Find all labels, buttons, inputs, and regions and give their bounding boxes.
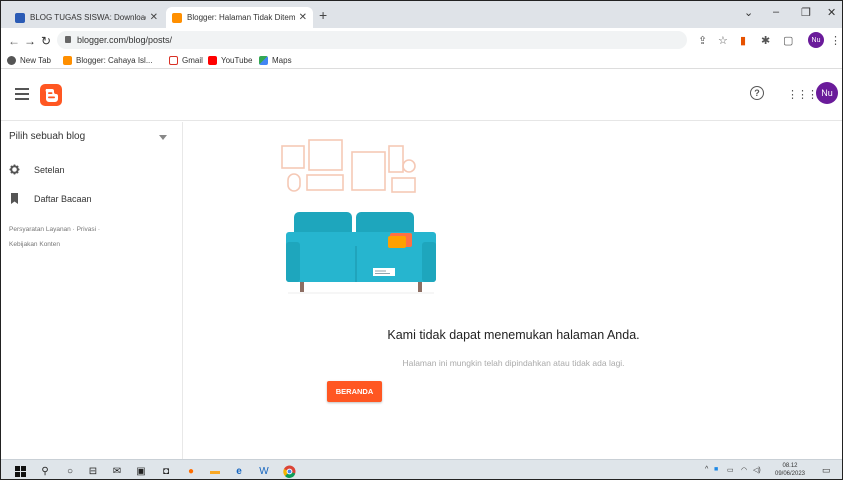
tab-blogger[interactable]: Blogger: Halaman Tidak Ditemu ✕: [166, 7, 313, 28]
back-arrow-icon[interactable]: ←: [8, 34, 20, 48]
chrome-icon: [7, 56, 16, 65]
bookmark-label: New Tab: [20, 56, 51, 65]
content-policy-link[interactable]: Kebijakan Konten: [9, 241, 60, 248]
home-button[interactable]: BERANDA: [327, 381, 382, 402]
main-content: Kami tidak dapat menemukan halaman Anda.…: [183, 122, 842, 459]
sidebar-item-label: Setelan: [34, 164, 65, 175]
edge-icon[interactable]: e: [232, 464, 246, 478]
blogger-header: ? ⋮⋮⋮ Nu: [1, 69, 842, 121]
lock-icon: [65, 36, 71, 43]
chrome-taskbar-icon[interactable]: [282, 464, 296, 478]
windows-taskbar: ⚲ ○ ⊟ ✉ ▣ ◘ ● ▬ e W ^ ■ ▭ ◠ ◁) 08.12 09/…: [1, 459, 842, 479]
sidebar-item-setelan[interactable]: Setelan: [9, 164, 65, 175]
bookmark-maps[interactable]: Maps: [259, 56, 292, 65]
bookmark-icon: [9, 193, 20, 204]
clock-time: 08.12: [782, 463, 798, 469]
bookmark-new-tab[interactable]: New Tab: [7, 56, 51, 65]
caret-down-icon[interactable]: [159, 135, 167, 140]
star-icon[interactable]: ☆: [718, 34, 728, 47]
profile-avatar[interactable]: Nu: [808, 32, 824, 48]
bookmark-label: Blogger: Cahaya Isl...: [76, 56, 153, 65]
volume-icon[interactable]: ◁): [753, 466, 761, 474]
share-icon[interactable]: ⇪: [698, 34, 707, 47]
chevron-up-icon[interactable]: ^: [705, 466, 708, 473]
account-avatar[interactable]: Nu: [816, 82, 838, 104]
tab-title: BLOG TUGAS SISWA: Download ...: [30, 13, 146, 22]
blog-favicon-icon: [15, 12, 25, 23]
help-icon[interactable]: ?: [750, 86, 764, 100]
reload-icon[interactable]: ↻: [41, 34, 51, 48]
youtube-icon: [208, 56, 217, 65]
bookmarks-bar: New Tab Blogger: Cahaya Isl... Gmail You…: [1, 52, 842, 69]
apps-grid-icon[interactable]: ⋮⋮⋮: [787, 88, 818, 101]
bookmark-label: Maps: [272, 56, 292, 65]
tab-blog-tugas[interactable]: BLOG TUGAS SISWA: Download ... ✕: [9, 7, 164, 28]
battery-icon[interactable]: ▭: [727, 466, 734, 474]
menu-dots-icon[interactable]: ⋮: [830, 34, 841, 47]
browser-window: BLOG TUGAS SISWA: Download ... ✕ Blogger…: [0, 0, 843, 480]
bookmark-blogger[interactable]: Blogger: Cahaya Isl...: [63, 56, 152, 65]
terms-link[interactable]: Persyaratan Layanan: [9, 226, 71, 233]
empty-sofa-illustration: [281, 139, 436, 294]
search-icon[interactable]: ⚲: [38, 464, 52, 478]
sidebar: Pilih sebuah blog Setelan Daftar Bacaan …: [1, 122, 183, 459]
bookmark-gmail[interactable]: Gmail: [169, 56, 203, 65]
close-icon[interactable]: ✕: [150, 12, 158, 23]
clock-date: 09/06/2023: [774, 471, 806, 477]
bookmark-youtube[interactable]: YouTube: [208, 56, 252, 65]
tab-title: Blogger: Halaman Tidak Ditemu: [187, 13, 295, 22]
gmail-icon: [169, 56, 178, 65]
sidebar-footer-links: Persyaratan Layanan · Privasi · Kebijaka…: [9, 226, 101, 248]
close-window-button[interactable]: ✕: [827, 6, 836, 19]
error-subtitle: Halaman ini mungkin telah dipindahkan at…: [402, 358, 625, 368]
windows-start-icon[interactable]: [13, 464, 27, 478]
system-clock[interactable]: 08.12 09/06/2023: [771, 462, 809, 478]
blogger-logo[interactable]: [40, 84, 62, 106]
bookmark-label: Gmail: [182, 56, 203, 65]
file-explorer-icon[interactable]: ▬: [208, 464, 222, 478]
sidebar-item-label: Daftar Bacaan: [34, 193, 92, 204]
firefox-icon[interactable]: ●: [184, 464, 198, 478]
url-field[interactable]: blogger.com/blog/posts/: [57, 31, 687, 49]
app-tray-icon[interactable]: ■: [714, 466, 718, 473]
store-icon[interactable]: ▣: [134, 464, 148, 478]
blogger-favicon-icon: [172, 12, 182, 23]
wifi-icon[interactable]: ◠: [741, 466, 747, 474]
address-bar-row: ← → ↻ blogger.com/blog/posts/: [1, 28, 842, 52]
mail-icon[interactable]: ✉: [110, 464, 124, 478]
tab-strip: BLOG TUGAS SISWA: Download ... ✕ Blogger…: [1, 1, 842, 28]
cortana-icon[interactable]: ○: [63, 464, 77, 478]
gear-icon: [9, 164, 20, 175]
error-title: Kami tidak dapat menemukan halaman Anda.: [387, 328, 640, 342]
sidepanel-icon[interactable]: ▢: [783, 34, 793, 47]
url-text: blogger.com/blog/posts/: [77, 35, 173, 45]
extension-icon[interactable]: ▮: [740, 34, 746, 47]
word-icon[interactable]: W: [257, 464, 271, 478]
minimize-button[interactable]: –: [773, 6, 779, 18]
privacy-link[interactable]: Privasi: [77, 226, 97, 233]
hamburger-menu-icon[interactable]: [15, 88, 29, 100]
forward-arrow-icon[interactable]: →: [24, 34, 36, 48]
blogger-icon: [63, 56, 72, 65]
maps-icon: [259, 56, 268, 65]
restore-button[interactable]: ❐: [801, 6, 811, 19]
bookmark-label: YouTube: [221, 56, 253, 65]
new-tab-button[interactable]: +: [319, 7, 327, 23]
notification-icon[interactable]: ▭: [822, 465, 831, 476]
close-icon[interactable]: ✕: [299, 12, 307, 23]
task-view-icon[interactable]: ⊟: [86, 464, 100, 478]
sidebar-item-daftar-bacaan[interactable]: Daftar Bacaan: [9, 193, 92, 204]
puzzle-icon[interactable]: ✱: [761, 34, 770, 47]
blog-selector[interactable]: Pilih sebuah blog: [9, 131, 85, 142]
camera-icon[interactable]: ◘: [159, 464, 173, 478]
chevron-down-icon[interactable]: ⌄: [744, 6, 753, 19]
